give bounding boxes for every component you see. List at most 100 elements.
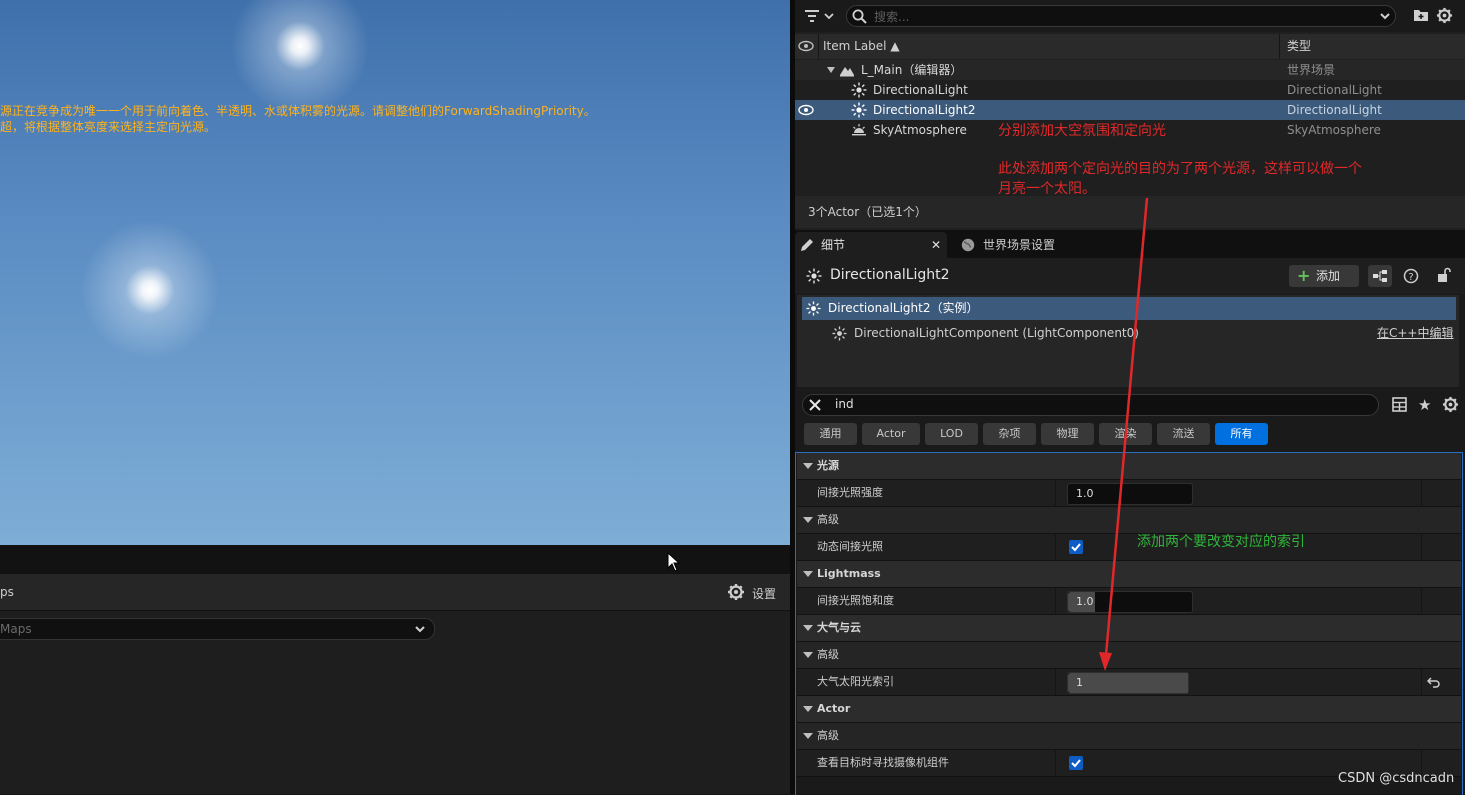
collapse-arrow-icon[interactable] — [803, 463, 813, 469]
directional-light-icon — [851, 102, 867, 118]
subcategory-row[interactable]: 高级 — [797, 723, 1461, 750]
property-label: 动态间接光照 — [817, 540, 883, 553]
outliner-search-input[interactable]: 搜索... — [846, 5, 1396, 27]
outliner-row[interactable]: L_Main（编辑器） 世界场景 — [795, 60, 1465, 80]
settings-label[interactable]: 设置 — [752, 585, 776, 602]
filter-chip[interactable]: 渲染 — [1099, 423, 1152, 445]
outliner-status-bar: 3个Actor（已选1个） — [795, 196, 1465, 228]
indirect-intensity-input[interactable]: 1.0 — [1067, 483, 1193, 505]
svg-text:?: ? — [1408, 272, 1413, 283]
panel-header: ps 设置 — [0, 574, 790, 611]
filter-chip[interactable]: 通用 — [804, 423, 857, 445]
category-row[interactable]: 光源 — [797, 453, 1461, 480]
find-camera-component-checkbox[interactable] — [1069, 756, 1083, 770]
outliner-row-label: SkyAtmosphere — [873, 123, 967, 137]
mouse-cursor-icon — [667, 552, 681, 572]
sky-atmosphere-icon — [851, 122, 867, 138]
annotation-note-1: 分别添加大空氛围和定向光 — [998, 123, 1166, 139]
collapse-arrow-icon[interactable] — [803, 706, 813, 712]
atmosphere-sun-light-index-input[interactable]: 1 — [1067, 672, 1189, 694]
property-value: 1.0 — [1076, 595, 1094, 608]
tab-world-settings[interactable]: 世界场景设置 — [955, 232, 1095, 258]
column-item-label[interactable]: Item Label ▲ — [823, 34, 900, 59]
expand-arrow-icon[interactable] — [827, 67, 835, 73]
tab-details[interactable]: 细节 ✕ — [795, 232, 947, 258]
tab-details-label: 细节 — [821, 238, 846, 252]
reset-to-default-icon[interactable] — [1427, 676, 1441, 688]
property-label: 间接光照强度 — [817, 486, 883, 499]
panel-title: ps — [0, 585, 14, 599]
details-object-header: DirectionalLight2 + 添加 ? — [795, 258, 1465, 294]
outliner-row-selected[interactable]: DirectionalLight2 DirectionalLight — [795, 100, 1465, 120]
filter-chip-active[interactable]: 所有 — [1215, 423, 1268, 445]
component-instance-row[interactable]: DirectionalLight2（实例） — [802, 297, 1456, 320]
dynamic-indirect-checkbox[interactable] — [1069, 540, 1083, 554]
viewport-warning-line1: 源正在竞争成为唯一一个用于前向着色、半透明、水或体积雾的光源。请调整他们的For… — [0, 104, 596, 118]
gear-icon[interactable] — [727, 583, 745, 601]
component-label: DirectionalLightComponent (LightComponen… — [854, 326, 1139, 340]
outliner-toolbar: 搜索... — [795, 0, 1465, 32]
globe-icon — [961, 238, 975, 252]
collapse-arrow-icon[interactable] — [803, 733, 813, 739]
category-label: Actor — [817, 702, 851, 715]
details-search-value: ind — [835, 397, 854, 411]
collapse-arrow-icon[interactable] — [803, 652, 813, 658]
outliner-header: Item Label ▲ 类型 — [795, 34, 1465, 59]
clear-search-icon[interactable] — [808, 398, 822, 412]
property-label: 查看目标时寻找摄像机组件 — [817, 756, 949, 769]
subcategory-row[interactable]: 高级 — [797, 642, 1461, 669]
property-value: 1.0 — [1076, 487, 1094, 500]
chevron-down-icon — [414, 623, 426, 635]
eye-icon[interactable] — [798, 104, 814, 116]
level-viewport[interactable]: 源正在竞争成为唯一一个用于前向着色、半透明、水或体积雾的光源。请调整他们的For… — [0, 0, 790, 545]
chevron-down-icon[interactable] — [1379, 10, 1391, 22]
star-icon[interactable]: ★ — [1418, 396, 1431, 414]
subcategory-row[interactable]: 高级 — [797, 507, 1461, 534]
category-row[interactable]: Actor — [797, 696, 1461, 723]
subcategory-label: 高级 — [817, 513, 839, 526]
indirect-saturation-input[interactable]: 1.0 — [1067, 591, 1193, 613]
eye-icon[interactable] — [798, 40, 814, 52]
outliner-row-label: DirectionalLight2 — [873, 103, 976, 117]
annotation-note-3: 添加两个要改变对应的索引 — [1137, 534, 1305, 550]
filter-chip[interactable]: Actor — [862, 423, 920, 445]
filter-chip[interactable]: 杂项 — [983, 423, 1036, 445]
close-icon[interactable]: ✕ — [931, 232, 941, 258]
filter-chip[interactable]: 流送 — [1157, 423, 1210, 445]
collapse-arrow-icon[interactable] — [803, 517, 813, 523]
category-label: 大气与云 — [817, 621, 861, 634]
category-row[interactable]: 大气与云 — [797, 615, 1461, 642]
collapse-arrow-icon[interactable] — [803, 625, 813, 631]
filter-icon[interactable] — [805, 9, 835, 23]
level-icon — [839, 62, 855, 78]
filter-chip[interactable]: LOD — [925, 423, 978, 445]
gear-icon[interactable] — [1442, 396, 1459, 413]
category-row[interactable]: Lightmass — [797, 561, 1461, 588]
gear-icon[interactable] — [1436, 7, 1453, 24]
outliner-panel: 搜索... Item Label ▲ 类型 L_Main（编辑器） 世界场景 D… — [795, 0, 1465, 230]
component-row[interactable]: DirectionalLightComponent (LightComponen… — [802, 322, 1456, 344]
directional-light-icon — [832, 326, 847, 341]
maps-dropdown[interactable]: Maps — [0, 618, 435, 640]
add-button-label: 添加 — [1316, 269, 1341, 283]
help-icon[interactable]: ? — [1403, 268, 1419, 284]
filter-chip[interactable]: 物理 — [1041, 423, 1094, 445]
add-folder-icon[interactable] — [1413, 8, 1429, 22]
outliner-row-type: DirectionalLight — [1287, 103, 1382, 117]
property-row: 大气太阳光索引 1 — [797, 669, 1461, 696]
outliner-row-label: L_Main（编辑器） — [861, 63, 963, 77]
add-component-button[interactable]: + 添加 — [1289, 265, 1359, 287]
details-search-input[interactable]: ind — [802, 394, 1379, 416]
table-view-icon[interactable] — [1392, 397, 1407, 412]
outliner-row[interactable]: DirectionalLight DirectionalLight — [795, 80, 1465, 100]
property-row: 间接光照饱和度 1.0 — [797, 588, 1461, 615]
subcategory-label: 高级 — [817, 729, 839, 742]
collapse-arrow-icon[interactable] — [803, 571, 813, 577]
column-type[interactable]: 类型 — [1287, 34, 1311, 59]
maps-dropdown-value: Maps — [0, 622, 32, 636]
annotation-note-2-line2: 月亮一个太阳。 — [998, 181, 1096, 197]
edit-in-cpp-link[interactable]: 在C++中编辑 — [1377, 322, 1454, 344]
lock-icon[interactable] — [1437, 267, 1451, 283]
directional-light-icon — [806, 268, 822, 284]
blueprint-button[interactable] — [1368, 265, 1392, 287]
